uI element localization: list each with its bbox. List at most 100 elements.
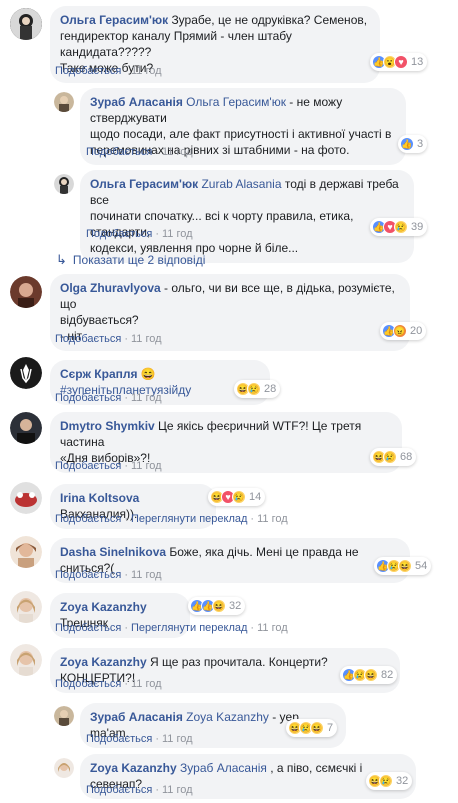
see-translation-link[interactable]: Переглянути переклад [131, 513, 247, 525]
comment-actions: Подобається · 11 год [55, 569, 162, 581]
sad-icon: 😢 [247, 382, 261, 396]
avatar[interactable] [10, 412, 42, 444]
avatar[interactable] [10, 276, 42, 308]
comment-author[interactable]: Ольга Герасим'юк [60, 13, 168, 27]
reactions-summary[interactable]: 😆 ♥ 😢 14 [208, 488, 266, 506]
comment-author[interactable]: Зураб Аласанія [90, 710, 183, 724]
like-link[interactable]: Подобається [86, 784, 152, 796]
reaction-count: 14 [249, 491, 262, 503]
comment-author[interactable]: Сєрж Крапля [60, 367, 138, 381]
timestamp[interactable]: 11 год [131, 392, 162, 404]
comment-actions: Подобається · 11 год [86, 784, 193, 796]
like-icon: 👍 [400, 137, 414, 151]
reactions-summary[interactable]: 👍 3 [398, 135, 428, 153]
avatar[interactable] [10, 8, 42, 40]
reactions-summary[interactable]: 👍 😢 😆 82 [340, 666, 398, 684]
timestamp[interactable]: 11 год [131, 333, 162, 345]
avatar[interactable] [10, 536, 42, 568]
like-link[interactable]: Подобається [55, 460, 121, 472]
sad-icon: 😢 [383, 450, 397, 464]
sad-icon: 😢 [379, 774, 393, 788]
mention-link[interactable]: Zurab Alasania [201, 177, 281, 191]
comment-actions: Подобається · 11 год [55, 65, 162, 77]
timestamp[interactable]: 11 год [162, 733, 193, 745]
reactions-summary[interactable]: 👍 ♥ 😢 39 [370, 218, 428, 236]
avatar[interactable] [54, 706, 74, 726]
timestamp[interactable]: 11 год [162, 784, 193, 796]
reaction-count: 32 [396, 775, 409, 787]
like-link[interactable]: Подобається [55, 678, 121, 690]
comment-author[interactable]: Zoya Kazanzhy [90, 761, 177, 775]
timestamp[interactable]: 11 год [257, 622, 288, 634]
mention-link[interactable]: Ольга Герасим'юк [186, 95, 286, 109]
haha-icon: 😆 [398, 559, 412, 573]
mention-link[interactable]: Zoya Kazanzhy [186, 710, 269, 724]
avatar[interactable] [54, 174, 74, 194]
haha-icon: 😆 [310, 721, 324, 735]
reaction-count: 82 [381, 669, 394, 681]
avatar[interactable] [10, 591, 42, 623]
reaction-count: 68 [400, 451, 413, 463]
sad-icon: 😢 [394, 220, 408, 234]
comment-author[interactable]: Zoya Kazanzhy [60, 600, 147, 614]
timestamp[interactable]: 11 год [131, 65, 162, 77]
comment-actions: Подобається · Переглянути переклад · 11 год [55, 622, 288, 634]
reaction-count: 32 [229, 600, 242, 612]
timestamp[interactable]: 11 год [257, 513, 288, 525]
show-more-replies-label[interactable]: Показати ще 2 відповіді [73, 253, 205, 267]
like-link[interactable]: Подобається [55, 513, 121, 525]
timestamp[interactable]: 11 год [131, 569, 162, 581]
timestamp[interactable]: 11 год [131, 678, 162, 690]
comment-author[interactable]: Olga Zhuravlyova [60, 281, 161, 295]
reactions-summary[interactable]: 😆 😢 32 [366, 772, 413, 790]
like-link[interactable]: Подобається [55, 569, 121, 581]
comment-actions: Подобається · 11 год [86, 733, 193, 745]
reactions-summary[interactable]: 👍 👍 😆 32 [188, 597, 246, 615]
like-link[interactable]: Подобається [55, 392, 121, 404]
reactions-summary[interactable]: 👍 😮 ♥ 13 [370, 53, 428, 71]
reactions-summary[interactable]: 😆 😢 😆 7 [286, 719, 338, 737]
reactions-summary[interactable]: 😆 😢 28 [234, 380, 281, 398]
avatar[interactable] [54, 758, 74, 778]
emoji: 😄 [140, 367, 156, 381]
comment-actions: Подобається · 11 год [86, 228, 193, 240]
mention-link[interactable]: Зураб Аласанія [180, 761, 267, 775]
love-icon: ♥ [394, 55, 408, 69]
timestamp[interactable]: 11 год [131, 460, 162, 472]
show-more-replies-link[interactable]: ↳ Показати ще 2 відповіді [56, 252, 205, 268]
comment-author[interactable]: Dasha Sinelnikova [60, 545, 166, 559]
reaction-count: 54 [415, 560, 428, 572]
reactions-summary[interactable]: 👍 😢 😆 54 [374, 557, 432, 575]
see-translation-link[interactable]: Переглянути переклад [131, 622, 247, 634]
comment-text: щодо посади, але факт присутності і акти… [90, 127, 392, 141]
reaction-count: 7 [327, 722, 334, 734]
avatar[interactable] [10, 482, 42, 514]
like-link[interactable]: Подобається [86, 228, 152, 240]
comment-author[interactable]: Irina Koltsova [60, 491, 139, 505]
angry-icon: 😠 [393, 324, 407, 338]
timestamp[interactable]: 11 год [162, 146, 193, 158]
comment-author[interactable]: Dmytro Shymkiv [60, 419, 155, 433]
like-link[interactable]: Подобається [55, 333, 121, 345]
comment-author[interactable]: Ольга Герасим'юк [90, 177, 198, 191]
like-link[interactable]: Подобається [55, 65, 121, 77]
avatar[interactable] [10, 357, 42, 389]
reaction-count: 3 [417, 138, 424, 150]
like-link[interactable]: Подобається [86, 733, 152, 745]
reaction-count: 20 [410, 325, 423, 337]
avatar[interactable] [54, 92, 74, 112]
comment-actions: Подобається · 11 год [55, 333, 162, 345]
like-link[interactable]: Подобається [86, 146, 152, 158]
like-link[interactable]: Подобається [55, 622, 121, 634]
comment-actions: Подобається · 11 год [55, 392, 162, 404]
comment-actions: Подобається · Переглянути переклад · 11 год [55, 513, 288, 525]
avatar[interactable] [10, 644, 42, 676]
comment-actions: Подобається · 11 год [86, 146, 193, 158]
timestamp[interactable]: 11 год [162, 228, 193, 240]
comment-actions: Подобається · 11 год [55, 678, 162, 690]
reply-arrow-icon: ↳ [56, 252, 67, 267]
comment-author[interactable]: Зураб Аласанія [90, 95, 183, 109]
reactions-summary[interactable]: 👍 😠 20 [380, 322, 427, 340]
comment-author[interactable]: Zoya Kazanzhy [60, 655, 147, 669]
reactions-summary[interactable]: 😆 😢 68 [370, 448, 417, 466]
